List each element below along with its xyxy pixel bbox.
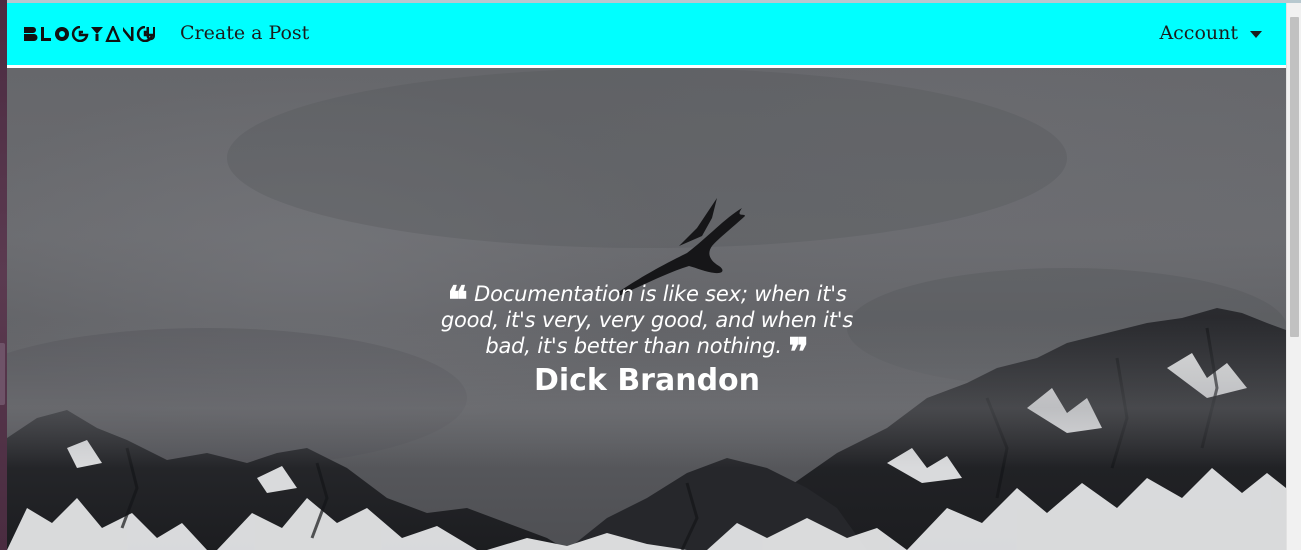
brand-logo[interactable]: [24, 25, 156, 43]
nav-create-post-link[interactable]: Create a Post: [180, 22, 309, 44]
desktop-edge-handle: [0, 343, 5, 405]
vertical-scrollbar[interactable]: [1286, 3, 1301, 550]
quote-text-block: ❝ Documentation is like sex; when it's g…: [417, 277, 877, 374]
scrollbar-thumb[interactable]: [1290, 17, 1299, 337]
brand-logo-wordmark: [24, 26, 155, 42]
featured-quote: ❝ Documentation is like sex; when it's g…: [417, 281, 877, 399]
browser-viewport: Create a Post Account ❝ Documentation is…: [7, 3, 1286, 550]
account-dropdown-toggle[interactable]: Account: [1159, 22, 1262, 44]
navbar: Create a Post Account: [7, 3, 1286, 65]
account-label: Account: [1159, 22, 1238, 44]
open-quote-icon: ❝: [447, 277, 468, 322]
caret-down-icon: [1250, 30, 1262, 38]
hero-banner: ❝ Documentation is like sex; when it's g…: [7, 68, 1286, 550]
close-quote-icon: ❞: [788, 329, 809, 374]
desktop-left-edge: [0, 0, 7, 550]
